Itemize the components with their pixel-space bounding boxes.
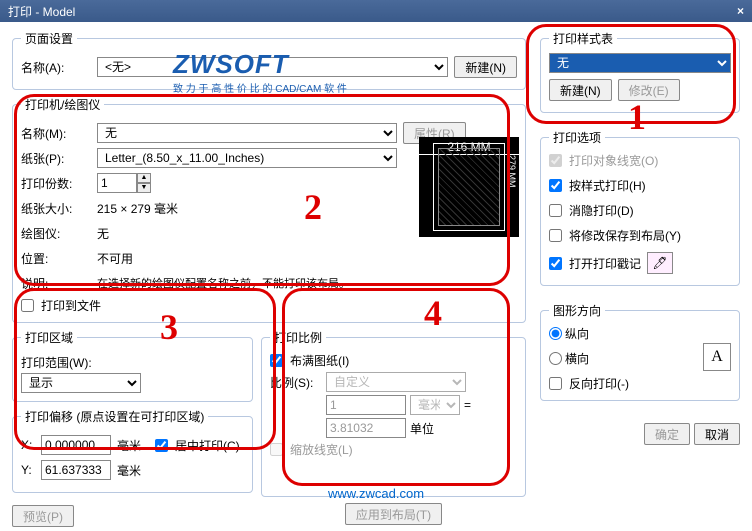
footer-link[interactable]: www.zwcad.com — [0, 486, 752, 501]
desc-label: 说明: — [21, 275, 91, 292]
ok-button: 确定 — [644, 423, 690, 445]
pagesetup-name-label: 名称(A): — [21, 59, 91, 76]
scale-unit-select: 毫米 — [410, 395, 460, 415]
y-label: Y: — [21, 463, 35, 477]
portrait-radio[interactable]: 纵向 — [549, 325, 731, 342]
offset-group: 打印偏移 (原点设置在可打印区域) X: 毫米 居中打印(C) Y: 毫米 — [12, 408, 253, 493]
center-checkbox[interactable]: 居中打印(C) — [155, 437, 240, 454]
page-setup-legend: 页面设置 — [21, 30, 77, 47]
print-to-file-checkbox[interactable]: 打印到文件 — [21, 297, 517, 314]
x-label: X: — [21, 438, 35, 452]
offset-legend: 打印偏移 (原点设置在可打印区域) — [21, 408, 208, 425]
plotter-value: 无 — [97, 225, 109, 242]
options-group: 打印选项 打印对象线宽(O) 按样式打印(H) 消隐打印(D) 将修改保存到布局… — [540, 129, 740, 286]
orientation-group: 图形方向 纵向 横向 反向打印(-) A — [540, 302, 740, 401]
x-input[interactable] — [41, 435, 111, 455]
unit-label: 单位 — [410, 420, 434, 437]
scale-denom-input — [326, 418, 406, 438]
y-unit: 毫米 — [117, 462, 141, 479]
scale-lw-checkbox: 缩放线宽(L) — [270, 441, 517, 458]
fit-checkbox[interactable]: 布满图纸(I) — [270, 352, 517, 369]
printer-legend: 打印机/绘图仪 — [21, 96, 104, 113]
area-legend: 打印区域 — [21, 329, 77, 346]
opt-bystyle-checkbox[interactable]: 按样式打印(H) — [549, 177, 731, 194]
plotter-label: 绘图仪: — [21, 225, 91, 242]
copies-label: 打印份数: — [21, 175, 91, 192]
window-title: 打印 - Model — [8, 3, 75, 20]
desc-value: 在选择新的绘图仪配置名称之前，不能打印该布局。 — [97, 275, 350, 291]
title-bar: 打印 - Model × — [0, 0, 752, 22]
y-input[interactable] — [41, 460, 111, 480]
range-label: 打印范围(W): — [21, 354, 244, 371]
style-edit-button: 修改(E) — [618, 79, 680, 101]
location-value: 不可用 — [97, 250, 133, 267]
orientation-preview-icon: A — [703, 343, 731, 371]
options-legend: 打印选项 — [549, 129, 605, 146]
opt-hide-checkbox[interactable]: 消隐打印(D) — [549, 202, 731, 219]
size-label: 纸张大小: — [21, 200, 91, 217]
opt-lw-checkbox: 打印对象线宽(O) — [549, 152, 731, 169]
opt-stamp-checkbox[interactable]: 打开打印戳记 — [549, 255, 641, 272]
cancel-button[interactable]: 取消 — [694, 423, 740, 445]
copies-input[interactable] — [97, 173, 137, 193]
opt-savelayout-checkbox[interactable]: 将修改保存到布局(Y) — [549, 227, 731, 244]
print-area-group: 打印区域 打印范围(W): 显示 — [12, 329, 253, 402]
page-setup-group: 页面设置 名称(A): <无> 新建(N) ZWSOFT 致 力 于 高 性 价… — [12, 30, 526, 90]
size-value: 215 × 279 毫米 — [97, 200, 178, 217]
style-table-group: 打印样式表 无 新建(N) 修改(E) — [540, 30, 740, 113]
copies-spinner[interactable]: ▲▼ — [137, 173, 151, 193]
style-legend: 打印样式表 — [549, 30, 617, 47]
pagesetup-new-button[interactable]: 新建(N) — [454, 56, 517, 78]
apply-layout-button: 应用到布局(T) — [345, 503, 442, 525]
printer-group: 打印机/绘图仪 名称(M): 无 属性(R) 纸张(P): Letter_(8.… — [12, 96, 526, 323]
reverse-checkbox[interactable]: 反向打印(-) — [549, 375, 731, 392]
orient-legend: 图形方向 — [549, 302, 605, 319]
preview-button: 预览(P) — [12, 505, 74, 527]
eq-label: = — [464, 398, 471, 412]
scale-group: 打印比例 布满图纸(I) 比例(S): 自定义 毫米 = 单位 — [261, 329, 526, 497]
ratio-select: 自定义 — [326, 372, 466, 392]
printer-name-select[interactable]: 无 — [97, 123, 397, 143]
location-label: 位置: — [21, 250, 91, 267]
range-select[interactable]: 显示 — [21, 373, 141, 393]
style-select[interactable]: 无 — [549, 53, 731, 73]
pagesetup-name-select[interactable]: <无> — [97, 57, 448, 77]
scale-num-input — [326, 395, 406, 415]
close-icon[interactable]: × — [737, 4, 744, 18]
stamp-icon-button[interactable]: 🖊 — [647, 252, 673, 274]
scale-legend: 打印比例 — [270, 329, 326, 346]
x-unit: 毫米 — [117, 437, 141, 454]
paper-label: 纸张(P): — [21, 150, 91, 167]
paper-select[interactable]: Letter_(8.50_x_11.00_Inches) — [97, 148, 397, 168]
paper-preview: 216 MM 279 MM — [419, 137, 519, 237]
printer-name-label: 名称(M): — [21, 125, 91, 142]
style-new-button[interactable]: 新建(N) — [549, 79, 612, 101]
ratio-label: 比例(S): — [270, 374, 322, 391]
